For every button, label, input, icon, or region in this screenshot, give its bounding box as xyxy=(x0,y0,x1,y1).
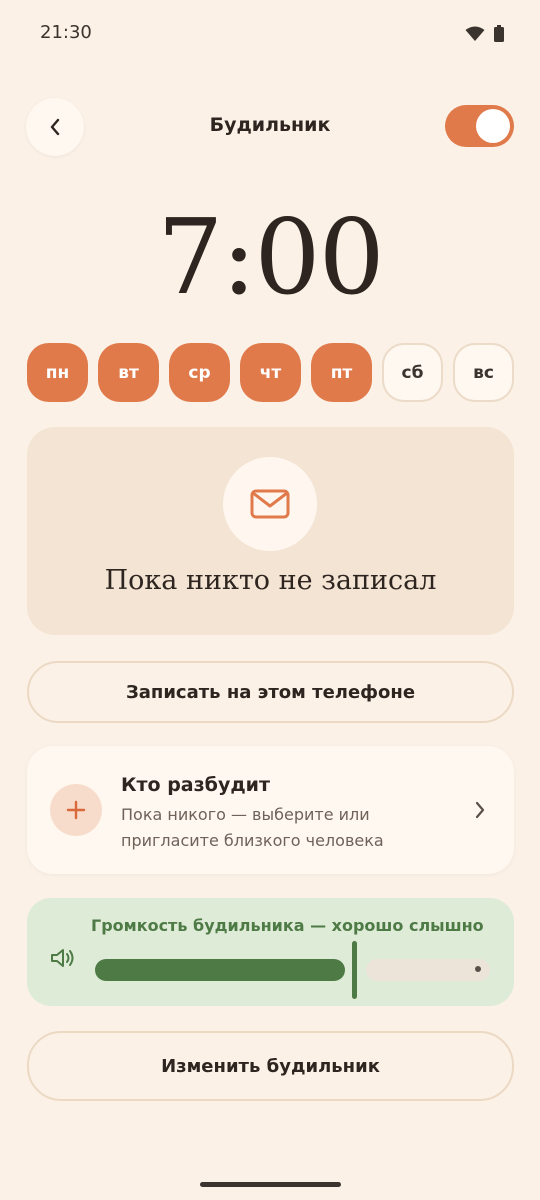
who-wakes-title: Кто разбудит xyxy=(121,774,270,796)
who-wakes-card[interactable]: Кто разбудит Пока никого — выберите или … xyxy=(27,746,514,874)
day-wed[interactable]: ср xyxy=(169,343,230,402)
recordings-empty-card: Пока никто не записал xyxy=(27,427,514,635)
volume-slider-track[interactable] xyxy=(366,959,490,981)
day-thu[interactable]: чт xyxy=(240,343,301,402)
volume-max-dot xyxy=(475,966,481,972)
toggle-knob xyxy=(476,109,510,143)
page-title: Будильник xyxy=(209,114,331,136)
mail-icon xyxy=(250,489,290,519)
volume-card: Громкость будильника — хорошо слышно xyxy=(27,898,514,1006)
day-sun[interactable]: вс xyxy=(453,343,514,402)
alarm-time[interactable]: 7:00 xyxy=(0,196,540,318)
plus-icon xyxy=(66,800,86,820)
who-wakes-subtitle: Пока никого — выберите или пригласите бл… xyxy=(121,805,384,850)
weekday-selector: пн вт ср чт пт сб вс xyxy=(27,343,514,402)
day-mon[interactable]: пн xyxy=(27,343,88,402)
record-on-phone-button[interactable]: Записать на этом телефоне xyxy=(27,661,514,723)
speaker-icon xyxy=(51,949,74,967)
battery-icon xyxy=(494,25,504,42)
volume-slider-fill[interactable] xyxy=(95,959,345,981)
status-icons xyxy=(465,25,504,42)
volume-slider-handle[interactable] xyxy=(352,941,357,999)
home-indicator[interactable] xyxy=(200,1182,341,1187)
status-bar: 21:30 xyxy=(0,0,540,68)
volume-label: Громкость будильника — хорошо слышно xyxy=(91,916,484,935)
mail-icon-circle xyxy=(223,457,317,551)
wifi-icon xyxy=(465,26,485,41)
add-person-button[interactable] xyxy=(50,784,102,836)
chevron-left-icon xyxy=(50,118,60,136)
day-fri[interactable]: пт xyxy=(311,343,372,402)
day-sat[interactable]: сб xyxy=(382,343,443,402)
chevron-right-icon xyxy=(475,801,485,819)
empty-recordings-text: Пока никто не записал xyxy=(104,565,437,596)
status-time: 21:30 xyxy=(40,22,92,43)
change-alarm-button[interactable]: Изменить будильник xyxy=(27,1031,514,1101)
day-tue[interactable]: вт xyxy=(98,343,159,402)
back-button[interactable] xyxy=(26,98,84,156)
alarm-toggle[interactable] xyxy=(445,105,514,147)
